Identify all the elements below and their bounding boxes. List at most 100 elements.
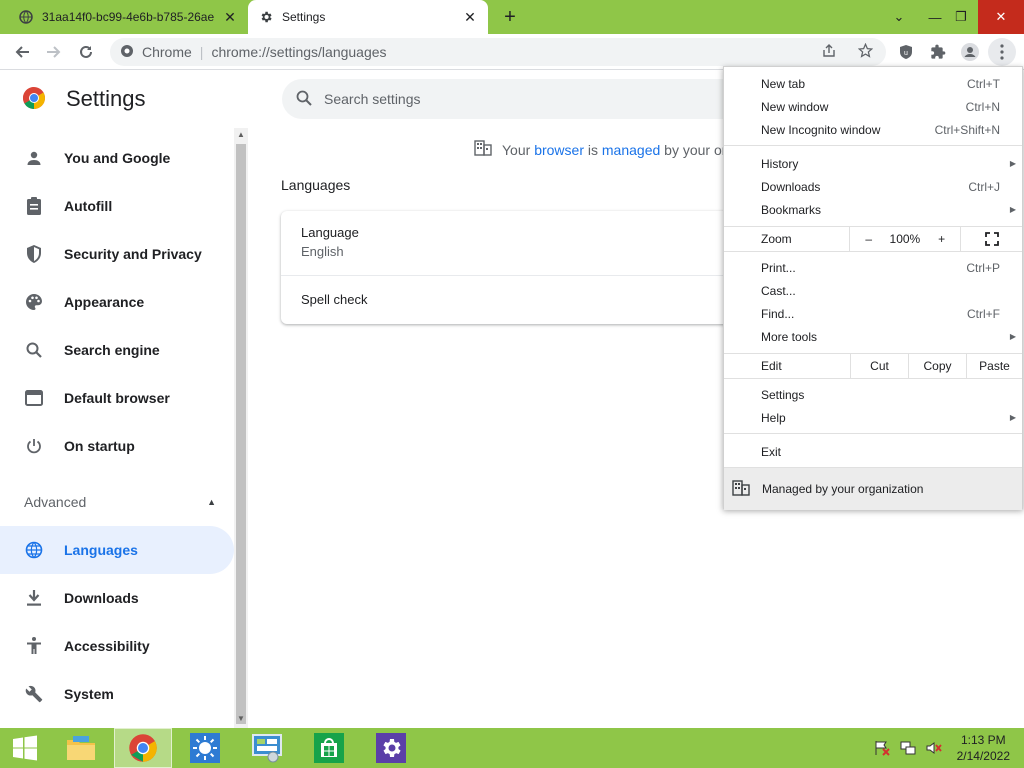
globe-icon	[18, 9, 34, 25]
scroll-up-arrow-icon[interactable]: ▲	[236, 130, 246, 139]
managed-link[interactable]: managed	[602, 142, 660, 158]
paste-button[interactable]: Paste	[966, 354, 1022, 378]
site-label: Chrome	[142, 44, 192, 60]
window-close-button[interactable]: ✕	[978, 0, 1024, 34]
reload-icon[interactable]	[72, 38, 100, 66]
browser-link[interactable]: browser	[534, 142, 584, 158]
menu-label: New Incognito window	[761, 122, 881, 137]
sidebar-item-label: Security and Privacy	[64, 246, 202, 262]
sidebar-item-appearance[interactable]: Appearance	[0, 278, 234, 326]
sidebar-item-languages[interactable]: Languages	[0, 526, 234, 574]
sidebar-item-label: System	[64, 686, 114, 702]
settings-app-icon[interactable]	[362, 728, 420, 768]
menu-item-exit[interactable]: Exit	[724, 440, 1022, 463]
clock-date: 2/14/2022	[956, 749, 1010, 763]
menu-item-help[interactable]: Help ▶	[724, 406, 1022, 429]
share-icon[interactable]	[822, 43, 836, 61]
close-icon[interactable]: ✕	[222, 9, 238, 25]
menu-item-managed[interactable]: Managed by your organization	[724, 468, 1022, 510]
spell-check-row[interactable]: Spell check	[301, 292, 367, 307]
chrome-taskbar-icon[interactable]	[114, 728, 172, 768]
menu-shortcut: Ctrl+Shift+N	[934, 122, 1000, 137]
menu-label: Settings	[761, 387, 805, 402]
sidebar-item-on-startup[interactable]: On startup	[0, 422, 234, 470]
weather-app-icon[interactable]	[176, 728, 234, 768]
sidebar-item-search-engine[interactable]: Search engine	[0, 326, 234, 374]
clock[interactable]: 1:13 PM 2/14/2022	[957, 732, 1010, 764]
sidebar-item-label: Languages	[64, 542, 138, 558]
menu-item-history[interactable]: History ▶	[724, 152, 1022, 175]
zoom-in-button[interactable]: +	[923, 227, 961, 251]
file-explorer-icon[interactable]	[52, 728, 110, 768]
sidebar-item-label: Default browser	[64, 390, 170, 406]
sidebar-item-accessibility[interactable]: Accessibility	[0, 622, 234, 670]
edit-label: Edit	[761, 359, 782, 373]
language-row[interactable]: Language English	[301, 225, 359, 259]
menu-item-settings[interactable]: Settings	[724, 383, 1022, 406]
omnibox-separator: |	[199, 44, 204, 60]
scroll-down-arrow-icon[interactable]: ▼	[236, 714, 246, 723]
sidebar-scrollbar[interactable]: ▲ ▼	[234, 128, 248, 728]
ublock-extension-icon[interactable]: u	[892, 38, 920, 66]
search-settings-input[interactable]: Search settings	[282, 79, 742, 119]
star-icon[interactable]	[857, 42, 874, 61]
sidebar-item-label: Search engine	[64, 342, 160, 358]
sidebar-item-label: Downloads	[64, 590, 139, 606]
copy-button[interactable]: Copy	[908, 354, 966, 378]
forward-arrow-icon[interactable]	[40, 38, 68, 66]
menu-item-new-window[interactable]: New window Ctrl+N	[724, 95, 1022, 118]
advanced-toggle[interactable]: Advanced ▲	[0, 478, 234, 526]
volume-muted-icon[interactable]	[926, 740, 942, 759]
close-icon[interactable]: ✕	[462, 9, 478, 25]
menu-item-print[interactable]: Print... Ctrl+P	[724, 256, 1022, 279]
menu-separator	[724, 251, 1022, 252]
sidebar-item-system[interactable]: System	[0, 670, 234, 718]
zoom-out-button[interactable]: –	[849, 227, 887, 251]
tab-search-chevron-icon[interactable]: ⌄	[882, 0, 916, 34]
sidebar-item-autofill[interactable]: Autofill	[0, 182, 234, 230]
browser-icon	[24, 388, 44, 408]
sidebar-item-default-browser[interactable]: Default browser	[0, 374, 234, 422]
palette-icon	[24, 292, 44, 312]
search-placeholder: Search settings	[324, 91, 421, 107]
extensions-puzzle-icon[interactable]	[924, 38, 952, 66]
menu-item-new-incognito[interactable]: New Incognito window Ctrl+Shift+N	[724, 118, 1022, 141]
menu-label: Help	[761, 410, 786, 425]
menu-shortcut: Ctrl+J	[968, 179, 1000, 194]
menu-label: New tab	[761, 76, 806, 91]
scrollbar-thumb[interactable]	[236, 144, 246, 724]
menu-item-cast[interactable]: Cast...	[724, 279, 1022, 302]
more-vertical-icon[interactable]	[988, 38, 1016, 66]
menu-shortcut: Ctrl+N	[965, 99, 1000, 114]
address-bar[interactable]: Chrome | chrome://settings/languages	[110, 38, 886, 66]
store-icon[interactable]	[300, 728, 358, 768]
menu-item-more-tools[interactable]: More tools ▶	[724, 325, 1022, 348]
advanced-label: Advanced	[24, 494, 87, 510]
sidebar-item-you-and-google[interactable]: You and Google	[0, 134, 234, 182]
cut-button[interactable]: Cut	[850, 354, 908, 378]
menu-label: New window	[761, 99, 829, 114]
language-label: Language	[301, 225, 359, 240]
new-tab-button[interactable]: +	[498, 5, 522, 29]
zoom-value: 100%	[889, 232, 921, 246]
action-center-flag-icon[interactable]	[874, 740, 890, 759]
fullscreen-icon[interactable]	[960, 227, 1022, 251]
submenu-arrow-icon: ▶	[1009, 159, 1016, 168]
menu-separator	[724, 145, 1022, 146]
languages-card: Language English Spell check	[281, 211, 741, 324]
sidebar-item-downloads[interactable]: Downloads	[0, 574, 234, 622]
tab-task[interactable]: 31aa14f0-bc99-4e6b-b785-26ae ✕	[8, 0, 248, 34]
network-icon[interactable]	[900, 740, 916, 759]
back-arrow-icon[interactable]	[8, 38, 36, 66]
restore-button[interactable]: ❐	[944, 0, 978, 34]
control-panel-icon[interactable]	[238, 728, 296, 768]
menu-item-bookmarks[interactable]: Bookmarks ▶	[724, 198, 1022, 221]
tab-settings[interactable]: Settings ✕	[248, 0, 488, 34]
menu-item-downloads[interactable]: Downloads Ctrl+J	[724, 175, 1022, 198]
sidebar-item-security[interactable]: Security and Privacy	[0, 230, 234, 278]
shield-icon	[24, 244, 44, 264]
menu-item-find[interactable]: Find... Ctrl+F	[724, 302, 1022, 325]
profile-avatar-icon[interactable]	[956, 38, 984, 66]
start-button[interactable]	[0, 728, 50, 768]
menu-item-new-tab[interactable]: New tab Ctrl+T	[724, 72, 1022, 95]
